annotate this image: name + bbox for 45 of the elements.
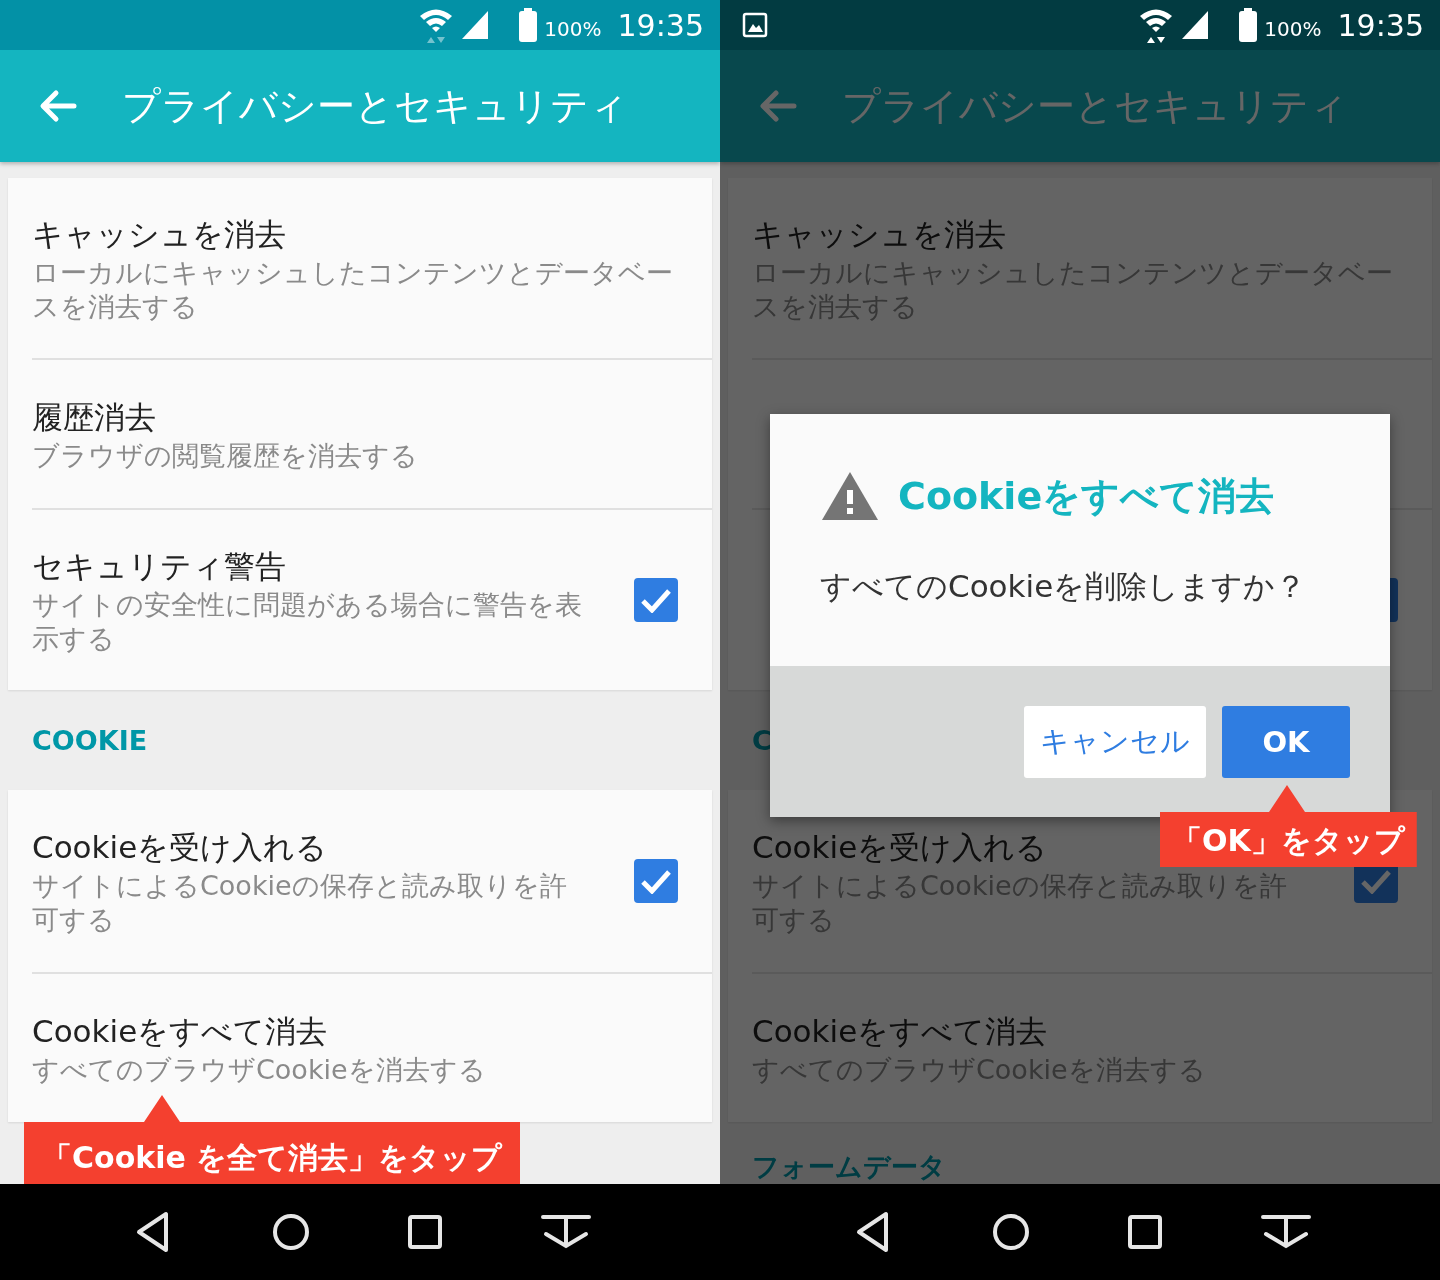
battery-icon (1238, 8, 1259, 42)
setting-description: 示する (32, 622, 115, 656)
wifi-icon (418, 7, 455, 43)
down-arrow-icon[interactable] (539, 1214, 592, 1250)
setting-description: すべてのブラウザCookieを消去する (32, 1053, 486, 1087)
setting-description: スを消去する (32, 290, 198, 324)
setting-description: サイトによるCookieの保存と読み取りを許 (32, 869, 567, 903)
check-icon (1361, 868, 1391, 894)
setting-title[interactable]: キャッシュを消去 (32, 212, 286, 256)
screen-title: プライバシーとセキュリティ (122, 82, 628, 130)
check-icon (641, 868, 671, 894)
checkbox[interactable] (634, 859, 678, 903)
setting-description: 可する (32, 903, 115, 937)
signal-icon (1180, 9, 1211, 41)
section-header: フォームデータ (752, 1153, 946, 1180)
recents-icon[interactable] (1127, 1214, 1164, 1250)
setting-description: ブラウザの閲覧履歴を消去する (32, 439, 418, 473)
home-icon[interactable] (990, 1212, 1031, 1252)
home-icon[interactable] (270, 1212, 311, 1252)
setting-title[interactable]: セキュリティ警告 (32, 544, 286, 588)
dialog-message: すべてのCookieを削除しますか？ (820, 567, 1308, 606)
battery-icon (518, 8, 539, 42)
battery-level: 100% (544, 17, 602, 41)
setting-title[interactable]: 履歴消去 (32, 395, 156, 439)
battery-level: 100% (1264, 17, 1322, 41)
screen-title: プライバシーとセキュリティ (842, 82, 1348, 130)
warning-icon (820, 470, 880, 522)
setting-title[interactable]: Cookieを受け入れる (32, 825, 328, 869)
image-icon (742, 12, 768, 38)
check-icon (641, 587, 671, 613)
section-header: COOKIE (32, 726, 148, 754)
down-arrow-icon[interactable] (1259, 1214, 1312, 1250)
clock: 19:35 (1337, 7, 1424, 43)
setting-title[interactable]: Cookieをすべて消去 (32, 1009, 328, 1053)
signal-icon (460, 9, 491, 41)
section-header: C (752, 726, 772, 754)
recents-icon[interactable] (407, 1214, 444, 1250)
checkbox[interactable] (634, 578, 678, 622)
dialog-title: Cookieをすべて消去 (898, 472, 1275, 520)
setting-description: ローカルにキャッシュしたコンテンツとデータベー (32, 256, 673, 290)
wifi-icon (1138, 7, 1175, 43)
setting-description: サイトの安全性に問題がある場合に警告を表 (32, 588, 582, 622)
cancel-button[interactable]: キャンセル (1024, 705, 1206, 778)
clock: 19:35 (617, 7, 704, 43)
ok-button[interactable]: OK (1222, 705, 1350, 778)
